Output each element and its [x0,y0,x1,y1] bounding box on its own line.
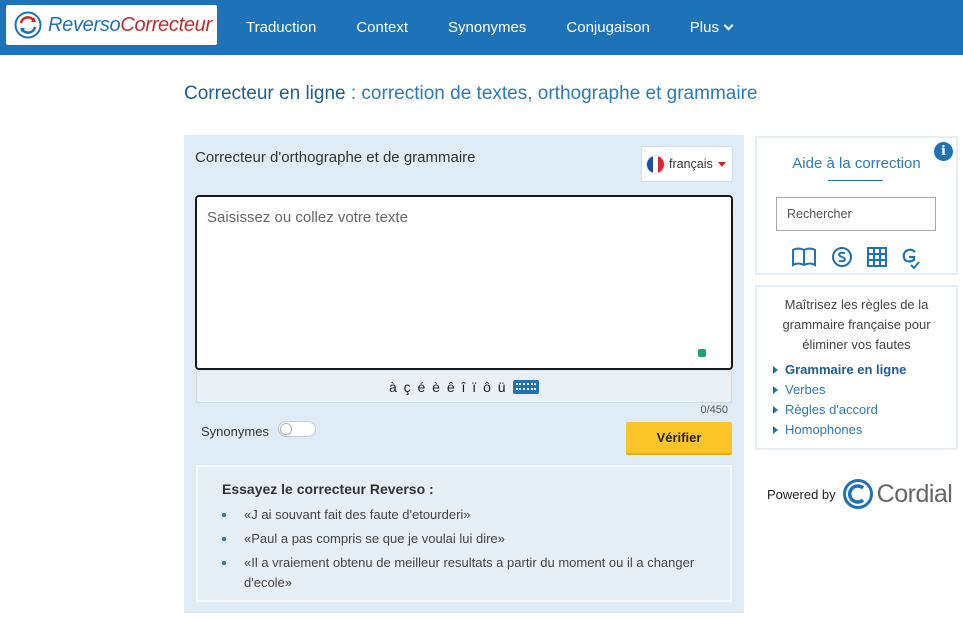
main-nav: Traduction Context Synonymes Conjugaison… [226,0,752,55]
caret-down-icon [717,161,726,167]
cordial-logo[interactable]: Cordial [842,478,953,510]
examples-list: «J ai souvant fait des faute d'etourderi… [220,505,710,597]
grammar-rules-box: Maîtrisez les règles de la grammaire fra… [755,285,958,450]
link-regles-accord[interactable]: Règles d'accord [773,400,906,420]
conjugation-icon[interactable] [899,246,921,275]
corrector-panel: Correcteur d'orthographe et de grammaire… [184,135,744,613]
example-item[interactable]: «Il a vraiement obtenu de meilleur resul… [220,553,710,593]
nav-plus[interactable]: Plus [670,19,752,36]
examples-box: Essayez le correcteur Reverso : «J ai so… [196,465,732,602]
page-title: Correcteur en ligne : correction de text… [184,83,757,105]
reverso-logo[interactable]: ReversoCorrecteur [6,5,217,45]
book-icon[interactable] [791,246,817,273]
special-characters[interactable]: à ç é è ê î ï ô ü [389,379,507,395]
help-search-input[interactable] [776,197,936,231]
page-title-sub: : correction de textes, orthographe et g… [345,83,758,104]
character-counter: 0/450 [700,404,728,416]
top-nav-bar: ReversoCorrecteur Traduction Context Syn… [0,0,963,55]
page-title-main: Correcteur en ligne [184,83,346,104]
verify-button[interactable]: Vérifier [626,422,732,453]
grammar-description: Maîtrisez les règles de la grammaire fra… [782,297,931,352]
tool-icons [791,246,921,270]
grid-icon[interactable] [866,246,888,273]
powered-by-label: Powered by [767,486,836,502]
examples-title: Essayez le correcteur Reverso : [222,481,434,497]
help-title: Aide à la correction [792,155,921,172]
synonyms-label: Synonymes [201,424,269,439]
example-item[interactable]: «Paul a pas compris se que je voulai lui… [220,529,710,549]
french-flag-icon [646,154,665,174]
cordial-text: Cordial [876,479,953,508]
logo-text: ReversoCorrecteur [48,13,212,36]
link-verbes[interactable]: Verbes [773,380,906,400]
language-select[interactable]: français [641,146,733,182]
reverso-logo-icon [14,11,42,39]
synonyms-toggle[interactable] [278,421,316,437]
nav-conjugaison[interactable]: Conjugaison [546,19,669,36]
keyboard-icon[interactable] [513,379,540,394]
nav-traduction[interactable]: Traduction [226,19,336,36]
status-dot-icon [698,349,706,357]
grammar-links: Grammaire en ligne Verbes Règles d'accor… [773,360,906,440]
special-characters-bar: à ç é è ê î ï ô ü [196,371,732,403]
powered-by: Powered by Cordial [767,478,953,510]
help-box: i Aide à la correction [755,136,958,275]
nav-plus-label: Plus [689,19,719,36]
toggle-knob [280,423,292,435]
nav-context[interactable]: Context [336,19,428,36]
chevron-down-icon [723,20,734,31]
help-title-underline [828,180,883,181]
synonym-icon[interactable] [831,246,853,273]
nav-synonymes[interactable]: Synonymes [428,19,546,36]
example-item[interactable]: «J ai souvant fait des faute d'etourderi… [220,505,710,525]
language-label: français [669,157,713,171]
link-grammaire-en-ligne[interactable]: Grammaire en ligne [773,360,906,380]
panel-heading: Correcteur d'orthographe et de grammaire [195,149,476,166]
cordial-logo-icon [842,479,873,509]
text-input[interactable] [195,195,733,370]
link-homophones[interactable]: Homophones [773,420,906,440]
